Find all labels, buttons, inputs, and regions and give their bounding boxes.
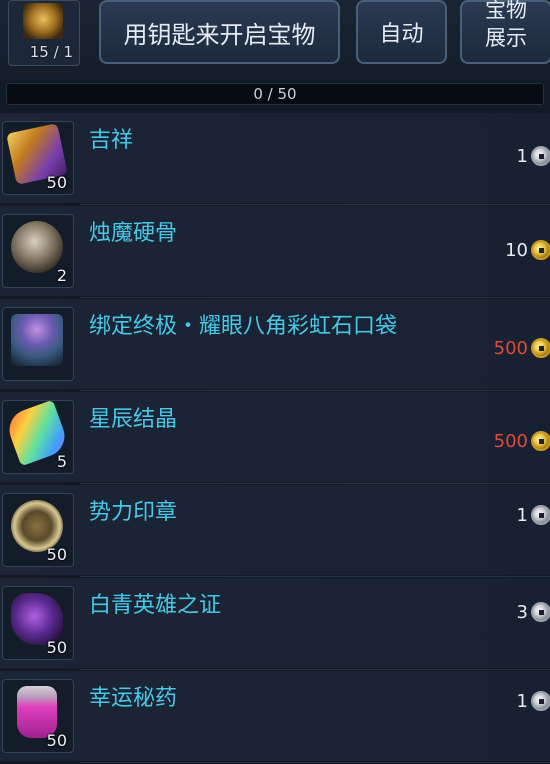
progress-bar: 0 / 50 bbox=[6, 83, 544, 105]
treasure-showcase-button[interactable]: 宝物展示 bbox=[460, 0, 550, 64]
list-item[interactable]: 50 幸运秘药 1 bbox=[0, 671, 550, 763]
item-name: 星辰结晶 bbox=[89, 407, 178, 432]
open-with-key-button[interactable]: 用钥匙来开启宝物 bbox=[99, 0, 340, 64]
silver-coin-icon bbox=[531, 602, 550, 622]
key-count: 15 / 1 bbox=[29, 43, 73, 61]
item-quantity: 5 bbox=[56, 452, 67, 471]
silver-coin-icon bbox=[531, 691, 550, 711]
top-toolbar: 15 / 1 用钥匙来开启宝物 自动 宝物展示 bbox=[0, 0, 550, 80]
item-name: 幸运秘药 bbox=[89, 686, 178, 711]
item-slot[interactable] bbox=[2, 307, 74, 381]
item-name: 绑定终极・耀眼八角彩虹石口袋 bbox=[89, 314, 398, 339]
list-item[interactable]: 5 星辰结晶 500 bbox=[0, 392, 550, 484]
item-price: 500 bbox=[493, 338, 528, 359]
item-quantity: 50 bbox=[46, 638, 67, 657]
list-item[interactable]: 50 吉祥 1 bbox=[0, 113, 550, 205]
item-slot[interactable]: 50 bbox=[2, 679, 74, 753]
item-price: 10 bbox=[505, 240, 528, 261]
gold-coin-icon bbox=[531, 431, 550, 451]
item-quantity: 50 bbox=[46, 731, 67, 750]
treasure-showcase-label: 宝物展示 bbox=[485, 0, 527, 50]
item-price: 1 bbox=[516, 691, 528, 712]
item-quantity: 50 bbox=[46, 173, 67, 192]
progress-text: 0 / 50 bbox=[253, 85, 297, 103]
key-slot[interactable]: 15 / 1 bbox=[8, 0, 80, 66]
item-name: 烛魔硬骨 bbox=[89, 221, 178, 246]
list-item[interactable]: 50 势力印章 1 bbox=[0, 485, 550, 577]
key-icon bbox=[23, 3, 63, 39]
item-slot[interactable]: 5 bbox=[2, 400, 74, 474]
gold-coin-icon bbox=[531, 338, 550, 358]
item-price: 3 bbox=[516, 602, 528, 623]
reward-list: 50 吉祥 1 2 烛魔硬骨 10 绑定终极・耀眼八角彩虹石口袋 500 5 星… bbox=[0, 113, 550, 764]
item-price: 1 bbox=[516, 146, 528, 167]
item-name: 吉祥 bbox=[89, 128, 134, 153]
silver-coin-icon bbox=[531, 146, 550, 166]
item-price: 1 bbox=[516, 505, 528, 526]
list-item[interactable]: 50 白青英雄之证 3 bbox=[0, 578, 550, 670]
item-slot[interactable]: 50 bbox=[2, 493, 74, 567]
bone-egg-icon bbox=[11, 221, 63, 273]
item-name: 势力印章 bbox=[89, 500, 178, 525]
gold-coin-icon bbox=[531, 240, 550, 260]
item-price: 500 bbox=[493, 431, 528, 452]
silver-coin-icon bbox=[531, 505, 550, 525]
list-item[interactable]: 绑定终极・耀眼八角彩虹石口袋 500 bbox=[0, 299, 550, 391]
item-quantity: 50 bbox=[46, 545, 67, 564]
item-slot[interactable]: 50 bbox=[2, 121, 74, 195]
item-slot[interactable]: 50 bbox=[2, 586, 74, 660]
gem-pouch-icon bbox=[11, 314, 63, 366]
list-item[interactable]: 2 烛魔硬骨 10 bbox=[0, 206, 550, 298]
auto-button[interactable]: 自动 bbox=[356, 0, 447, 64]
item-slot[interactable]: 2 bbox=[2, 214, 74, 288]
item-name: 白青英雄之证 bbox=[89, 593, 222, 618]
item-quantity: 2 bbox=[56, 266, 67, 285]
